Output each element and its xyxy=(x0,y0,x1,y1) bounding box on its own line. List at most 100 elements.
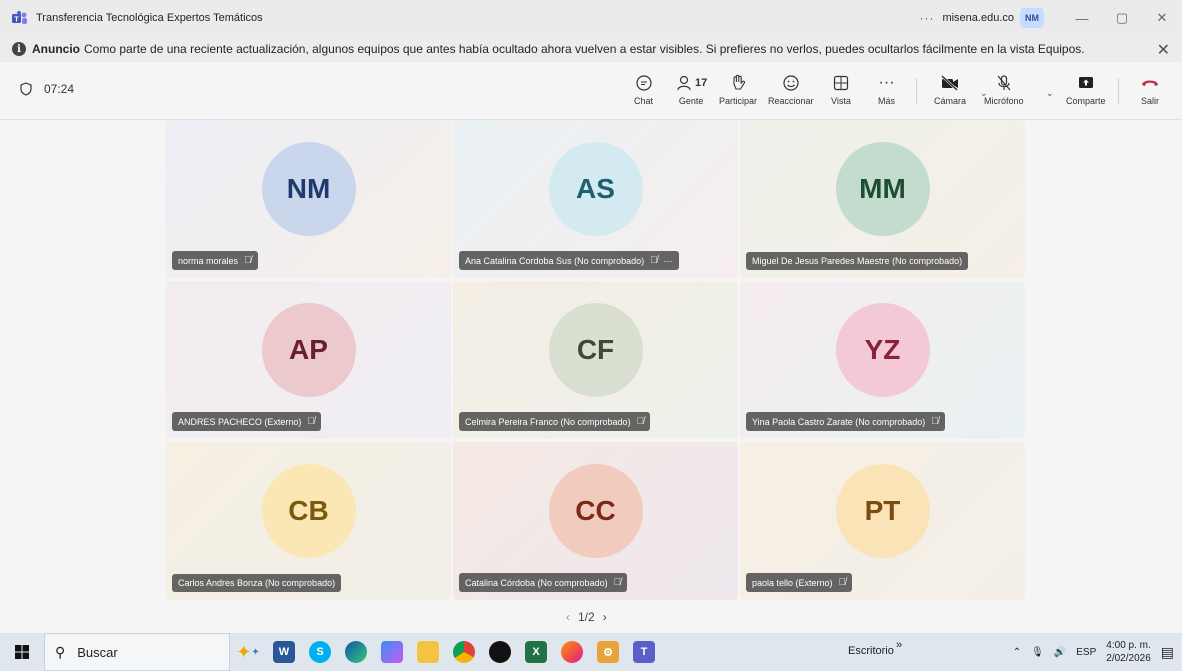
participant-nametag: ANDRES PACHECO (Externo) 🎙̸ xyxy=(172,412,321,431)
previous-page-button[interactable]: ‹ xyxy=(566,610,570,624)
participant-tile[interactable]: YZ Yina Paola Castro Zarate (No comproba… xyxy=(740,281,1025,439)
microphone-tray-icon[interactable]: 🎙 xyxy=(1031,647,1044,658)
chat-icon xyxy=(635,72,653,94)
minimize-button[interactable]: — xyxy=(1062,0,1102,36)
mic-muted-icon: 🎙̸ xyxy=(931,416,939,427)
search-icon: ⚲ xyxy=(55,643,66,660)
file-explorer-icon[interactable] xyxy=(410,633,446,671)
participant-avatar: PT xyxy=(835,464,930,558)
mic-options-chevron-icon[interactable]: ⌄ xyxy=(1046,88,1054,99)
participant-avatar: CB xyxy=(261,464,356,558)
participant-name: Yina Paola Castro Zarate (No comprobado) xyxy=(752,416,926,427)
participant-nametag: Catalina Córdoba (No comprobado) 🎙̸ xyxy=(459,573,628,592)
smiley-icon xyxy=(782,72,800,94)
toolbar-divider xyxy=(1118,78,1119,104)
people-label: Gente xyxy=(678,96,704,106)
show-hidden-icons-icon[interactable]: ⌃ xyxy=(1013,647,1021,658)
participant-avatar: CC xyxy=(548,464,643,558)
toolbar-expand-chevron-icon[interactable]: » xyxy=(896,639,902,651)
start-button[interactable] xyxy=(0,633,44,671)
taskbar-search-input[interactable]: ⚲ Buscar xyxy=(44,633,230,671)
participant-nametag: Carlos Andres Bonza (No comprobado) xyxy=(172,574,342,592)
clock-date: 2/02/2026 xyxy=(1106,653,1151,664)
participant-nametag: norma morales 🎙̸ xyxy=(172,251,258,270)
announcement-banner: i Anuncio Como parte de una reciente act… xyxy=(0,36,1182,62)
leave-button[interactable]: Salir xyxy=(1140,72,1160,106)
chrome-icon[interactable] xyxy=(446,633,482,671)
participant-name: Catalina Córdoba (No comprobado) xyxy=(465,577,608,588)
participant-tile[interactable]: MM Miguel De Jesus Paredes Maestre (No c… xyxy=(740,120,1025,278)
mic-muted-icon: 🎙̸ xyxy=(613,577,622,588)
announcement-text: Como parte de una reciente actualización… xyxy=(84,42,1085,56)
teams-icon: T xyxy=(12,10,28,26)
more-options-icon[interactable]: ··· xyxy=(919,11,934,25)
skype-icon[interactable]: S xyxy=(302,633,338,671)
page-indicator: 1/2 xyxy=(578,610,595,624)
people-button[interactable]: 17 Gente xyxy=(675,72,707,106)
participant-tile[interactable]: PT paola tello (Externo) 🎙̸ xyxy=(740,442,1025,600)
window-title: Transferencia Tecnológica Expertos Temát… xyxy=(36,12,263,24)
volume-icon[interactable]: 🔊 xyxy=(1054,647,1066,658)
more-button[interactable]: ··· Más xyxy=(878,72,895,106)
language-indicator[interactable]: ESP xyxy=(1076,647,1096,658)
pagination: ‹ 1/2 › xyxy=(566,610,607,624)
camera-button[interactable]: Cámara xyxy=(934,72,966,106)
participant-tile[interactable]: NM norma morales 🎙̸ xyxy=(166,120,451,278)
notifications-icon[interactable]: ▤ xyxy=(1161,644,1174,661)
participant-tile[interactable]: CB Carlos Andres Bonza (No comprobado) xyxy=(166,442,451,600)
participant-tile[interactable]: CF Celmira Pereira Franco (No comprobado… xyxy=(453,281,738,439)
shield-icon xyxy=(20,82,32,96)
clock-time: 4:00 p. m. xyxy=(1106,640,1151,651)
firefox-icon[interactable] xyxy=(554,633,590,671)
windows-icon xyxy=(15,645,29,659)
github-icon[interactable] xyxy=(482,633,518,671)
hang-up-icon xyxy=(1140,72,1160,94)
react-button[interactable]: Reaccionar xyxy=(768,72,814,106)
system-tray: ⌃ 🎙 🔊 ESP 4:00 p. m. 2/02/2026 ▤ xyxy=(1013,633,1174,671)
next-page-button[interactable]: › xyxy=(603,610,607,624)
copilot-sparkle-icon[interactable]: ✦ ✦ xyxy=(230,633,266,671)
settings-icon[interactable]: ⚙ xyxy=(590,633,626,671)
participant-nametag: Miguel De Jesus Paredes Maestre (No comp… xyxy=(746,252,969,270)
teams-taskbar-icon[interactable]: T xyxy=(626,633,662,671)
meeting-toolbar: 07:24 Chat 17 Gente Participar Reacciona… xyxy=(0,62,1182,120)
share-button[interactable]: Comparte xyxy=(1066,72,1106,106)
raise-hand-button[interactable]: Participar xyxy=(719,72,757,106)
participant-avatar: YZ xyxy=(835,303,930,397)
chat-button[interactable]: Chat xyxy=(634,72,653,106)
participant-tile[interactable]: AP ANDRES PACHECO (Externo) 🎙̸ xyxy=(166,281,451,439)
participant-more-icon[interactable]: ··· xyxy=(664,256,673,266)
taskbar-clock[interactable]: 4:00 p. m. 2/02/2026 xyxy=(1106,639,1151,665)
participant-avatar: MM xyxy=(835,142,930,236)
participant-nametag: paola tello (Externo) 🎙̸ xyxy=(746,573,853,592)
desktop-toolbar-label[interactable]: Escritorio xyxy=(848,645,894,657)
excel-icon[interactable]: X xyxy=(518,633,554,671)
edge-icon[interactable] xyxy=(338,633,374,671)
meeting-timer: 07:24 xyxy=(20,82,74,96)
participant-avatar: CF xyxy=(548,303,643,397)
close-window-button[interactable]: ✕ xyxy=(1142,0,1182,36)
participant-avatar: AP xyxy=(261,303,356,397)
participant-name: ANDRES PACHECO (Externo) xyxy=(178,416,302,427)
share-screen-icon xyxy=(1077,72,1095,94)
participant-name: Miguel De Jesus Paredes Maestre (No comp… xyxy=(752,256,963,266)
info-icon: i xyxy=(12,42,26,56)
user-avatar[interactable]: NM xyxy=(1020,8,1044,28)
react-label: Reaccionar xyxy=(768,96,814,106)
toolbar-divider xyxy=(916,78,917,104)
participant-tile[interactable]: CC Catalina Córdoba (No comprobado) 🎙̸ xyxy=(453,442,738,600)
restore-button[interactable]: ▢ xyxy=(1102,0,1142,36)
camera-off-icon xyxy=(940,72,960,94)
org-name[interactable]: misena.edu.co xyxy=(942,12,1014,24)
participant-tile[interactable]: AS Ana Catalina Cordoba Sus (No comproba… xyxy=(453,120,738,278)
participant-avatar: NM xyxy=(261,142,356,236)
close-announcement-button[interactable]: ✕ xyxy=(1157,40,1170,60)
more-label: Más xyxy=(878,96,896,106)
mic-muted-icon: 🎙̸ xyxy=(307,416,315,427)
grid-view-icon xyxy=(832,72,850,94)
participant-name: Carlos Andres Bonza (No comprobado) xyxy=(178,578,336,588)
copilot-icon[interactable] xyxy=(374,633,410,671)
word-icon[interactable]: W xyxy=(266,633,302,671)
view-button[interactable]: Vista xyxy=(831,72,851,106)
microphone-button[interactable]: Micrófono xyxy=(984,72,1024,106)
